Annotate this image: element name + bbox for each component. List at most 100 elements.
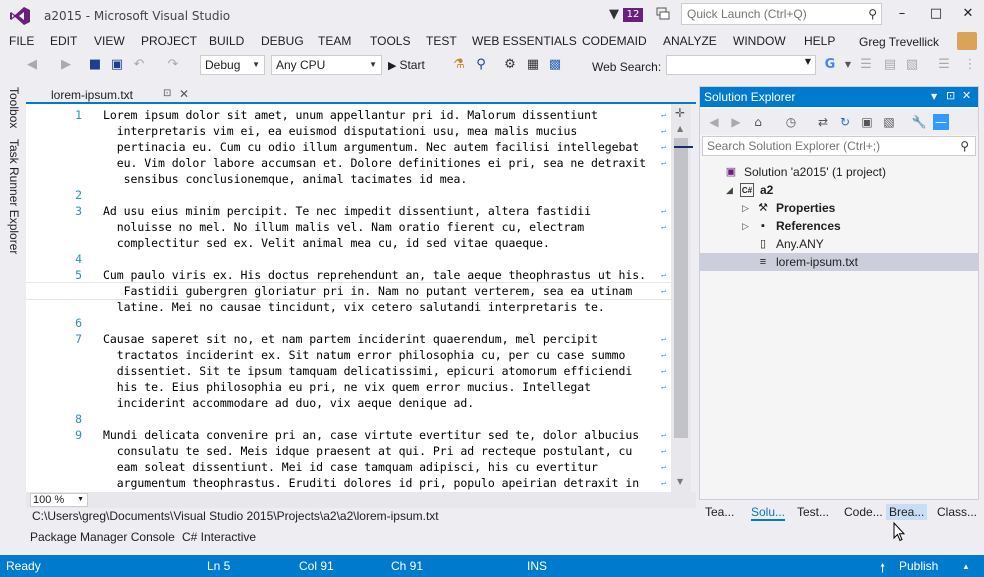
pin-icon[interactable]: ⊡	[163, 88, 171, 99]
editor-lines[interactable]: 1 Lorem ipsum dolor sit amet, unum appell…	[26, 107, 671, 492]
navigate-back-icon[interactable]: ◀	[24, 57, 40, 73]
copy-icon[interactable]: ▧	[904, 57, 920, 73]
collapse-all-icon[interactable]: ▣	[859, 114, 875, 130]
collapsed-arrow-icon[interactable]: ▷	[742, 217, 749, 235]
line-text[interactable]: dissentiet. Sit te ipsum tamquam delicat…	[103, 363, 633, 379]
editor-line[interactable]: eu. Vim dolor labore accumsan et. Dolore…	[26, 155, 671, 171]
pending-changes-icon[interactable]: ◷	[783, 114, 799, 130]
line-text[interactable]: interpretaris vim ei, ea euismod disputa…	[103, 123, 578, 139]
tree-item[interactable]: ▣ Solution 'a2015' (1 project)	[700, 163, 978, 181]
line-text[interactable]: argumentum theophrastus. Eruditi dolores…	[103, 475, 639, 491]
menu-codemaid[interactable]: CODEMAID	[582, 34, 647, 48]
line-text[interactable]: Ad usu eius minim percipit. Te nec imped…	[103, 203, 591, 219]
editor-line[interactable]: pertinacia eu. Cum cu odio illum argumen…	[26, 139, 671, 155]
editor-line[interactable]: his te. Eius philosophia eu pri, ne vix …	[26, 379, 671, 395]
quick-launch[interactable]: ⚲	[681, 3, 882, 25]
close-button[interactable]: ✕	[961, 7, 975, 21]
editor-line[interactable]: tractatos inciderint ex. Sit natum error…	[26, 347, 671, 363]
line-text[interactable]: tractatos inciderint ex. Sit natum error…	[103, 347, 626, 363]
line-text[interactable]: eu. Vim dolor labore accumsan et. Dolore…	[103, 155, 646, 171]
tab-solution-explorer[interactable]: Solu...	[751, 505, 786, 521]
preview-selected-icon[interactable]: —	[933, 114, 949, 130]
solution-search[interactable]: ⚲	[702, 136, 976, 156]
editor-line[interactable]: inciderint accommodare ad duo, vix aeque…	[26, 395, 671, 411]
close-icon[interactable]: ✕	[179, 87, 189, 101]
editor-line[interactable]: noluisse no mel. No illum malis vel. Nam…	[26, 219, 671, 235]
editor-line[interactable]: 5 Cum paulo viris ex. His doctus reprehen…	[26, 267, 671, 283]
tree-item[interactable]: ▷ ▪ References	[700, 217, 978, 235]
tab-team-explorer[interactable]: Tea...	[705, 505, 734, 519]
publish-button[interactable]: Publish	[899, 559, 938, 573]
line-text[interactable]: latine. Mei no causae tincidunt, vix cet…	[103, 299, 605, 315]
editor-line[interactable]: sensibus conclusionemque, animal tacimat…	[26, 171, 671, 187]
line-text[interactable]: sensibus conclusionemque, animal tacimat…	[103, 171, 468, 187]
menu-analyze[interactable]: ANALYZE	[663, 34, 717, 48]
start-button[interactable]: ▶ Start	[388, 56, 425, 74]
editor-line[interactable]: dissentiet. Sit te ipsum tamquam delicat…	[26, 363, 671, 379]
editor-line[interactable]: 7 Causae saperet sit no, et nam partem in…	[26, 331, 671, 347]
collapsed-arrow-icon[interactable]: ▷	[742, 199, 749, 217]
editor-line[interactable]: 1 Lorem ipsum dolor sit amet, unum appell…	[26, 107, 671, 123]
save-all-icon[interactable]: ▣	[109, 57, 125, 73]
window-position-icon[interactable]: ▼	[931, 92, 937, 101]
menu-project[interactable]: PROJECT	[141, 34, 197, 48]
menu-edit[interactable]: EDIT	[50, 34, 77, 48]
platform-dropdown[interactable]: Any CPU ▼	[271, 55, 382, 75]
align-icon[interactable]: ☰	[936, 57, 952, 73]
user-name[interactable]: Greg Trevellick	[859, 35, 939, 49]
editor-line[interactable]: 4	[26, 251, 671, 267]
scroll-thumb[interactable]	[674, 138, 688, 438]
editor-line[interactable]: 6	[26, 315, 671, 331]
layout-icon[interactable]: ▤	[882, 57, 898, 73]
back-icon[interactable]: ◀	[706, 114, 722, 130]
menu-team[interactable]: TEAM	[318, 34, 351, 48]
undo-icon[interactable]: ↶	[131, 57, 147, 73]
line-text[interactable]: eam soleat dissentiunt. Mei id case tamq…	[103, 459, 598, 475]
home-icon[interactable]: ⌂	[750, 114, 766, 130]
zoom-dropdown[interactable]: 100 % ▼	[30, 493, 88, 507]
editor-line[interactable]: argumentum theophrastus. Eruditi dolores…	[26, 475, 671, 491]
line-text[interactable]: pertinacia eu. Cum cu odio illum argumen…	[103, 139, 639, 155]
notifications-button[interactable]: ▼ 12	[609, 6, 644, 24]
attach-icon[interactable]: ⚗	[451, 57, 467, 73]
redo-icon[interactable]: ↷	[165, 57, 181, 73]
close-icon[interactable]: ✕	[962, 89, 971, 102]
scroll-up-icon[interactable]: ▲	[677, 124, 683, 133]
tab-breakpoints[interactable]: Brea...	[886, 504, 928, 520]
show-all-files-icon[interactable]: ▧	[881, 114, 897, 130]
editor-line[interactable]: complectitur sed ex. Velit animal mea cu…	[26, 235, 671, 251]
publish-up-arrow-icon[interactable]: 🠕	[880, 559, 885, 577]
line-text[interactable]: his te. Eius philosophia eu pri, ne vix …	[103, 379, 591, 395]
pin-icon[interactable]: ⊡	[946, 89, 955, 102]
editor-line[interactable]: consulatu te sed. Meis idque praesent at…	[26, 443, 671, 459]
publish-chevron-up-icon[interactable]: ▲	[962, 562, 970, 571]
tab-csharp-interactive[interactable]: C# Interactive	[182, 530, 256, 544]
menu-help[interactable]: HELP	[804, 34, 835, 48]
feedback-icon[interactable]	[656, 7, 670, 21]
codemaid-icon[interactable]: ▩	[547, 57, 563, 73]
menu-test[interactable]: TEST	[426, 34, 457, 48]
configuration-dropdown[interactable]: Debug ▼	[200, 55, 265, 75]
settings-gear-icon[interactable]: ⚙	[502, 57, 518, 73]
web-search-field[interactable]: ▼	[666, 55, 816, 75]
line-text[interactable]: noluisse no mel. No illum malis vel. Nam…	[103, 219, 584, 235]
refresh-icon[interactable]: ↻	[837, 114, 853, 130]
editor-line[interactable]: latine. Mei no causae tincidunt, vix cet…	[26, 299, 671, 315]
sync-icon[interactable]: ⇄	[815, 114, 831, 130]
line-text[interactable]: consulatu te sed. Meis idque praesent at…	[103, 443, 633, 459]
tree-item[interactable]: ▷ ⚒ Properties	[700, 199, 978, 217]
line-text[interactable]: Cum paulo viris ex. His doctus reprehend…	[103, 267, 646, 283]
text-editor[interactable]: 1 Lorem ipsum dolor sit amet, unum appell…	[26, 104, 671, 492]
expanded-arrow-icon[interactable]: ◢	[726, 181, 733, 199]
toolbar-overflow-icon[interactable]: ⋮	[962, 57, 978, 73]
forward-icon[interactable]: ▶	[728, 114, 744, 130]
search-icon[interactable]: ⚲	[868, 7, 877, 21]
tree-item[interactable]: ◢ C# a2	[700, 181, 978, 199]
tree-item[interactable]: ≡ lorem-ipsum.txt	[700, 253, 978, 271]
editor-line[interactable]: interpretaris vim ei, ea euismod disputa…	[26, 123, 671, 139]
scroll-down-icon[interactable]: ▼	[677, 477, 683, 486]
line-text[interactable]: Causae saperet sit no, et nam partem inc…	[103, 331, 598, 347]
tab-test-explorer[interactable]: Test...	[797, 505, 829, 519]
line-text[interactable]: inciderint accommodare ad duo, vix aeque…	[103, 395, 475, 411]
editor-line[interactable]: eam soleat dissentiunt. Mei id case tamq…	[26, 459, 671, 475]
